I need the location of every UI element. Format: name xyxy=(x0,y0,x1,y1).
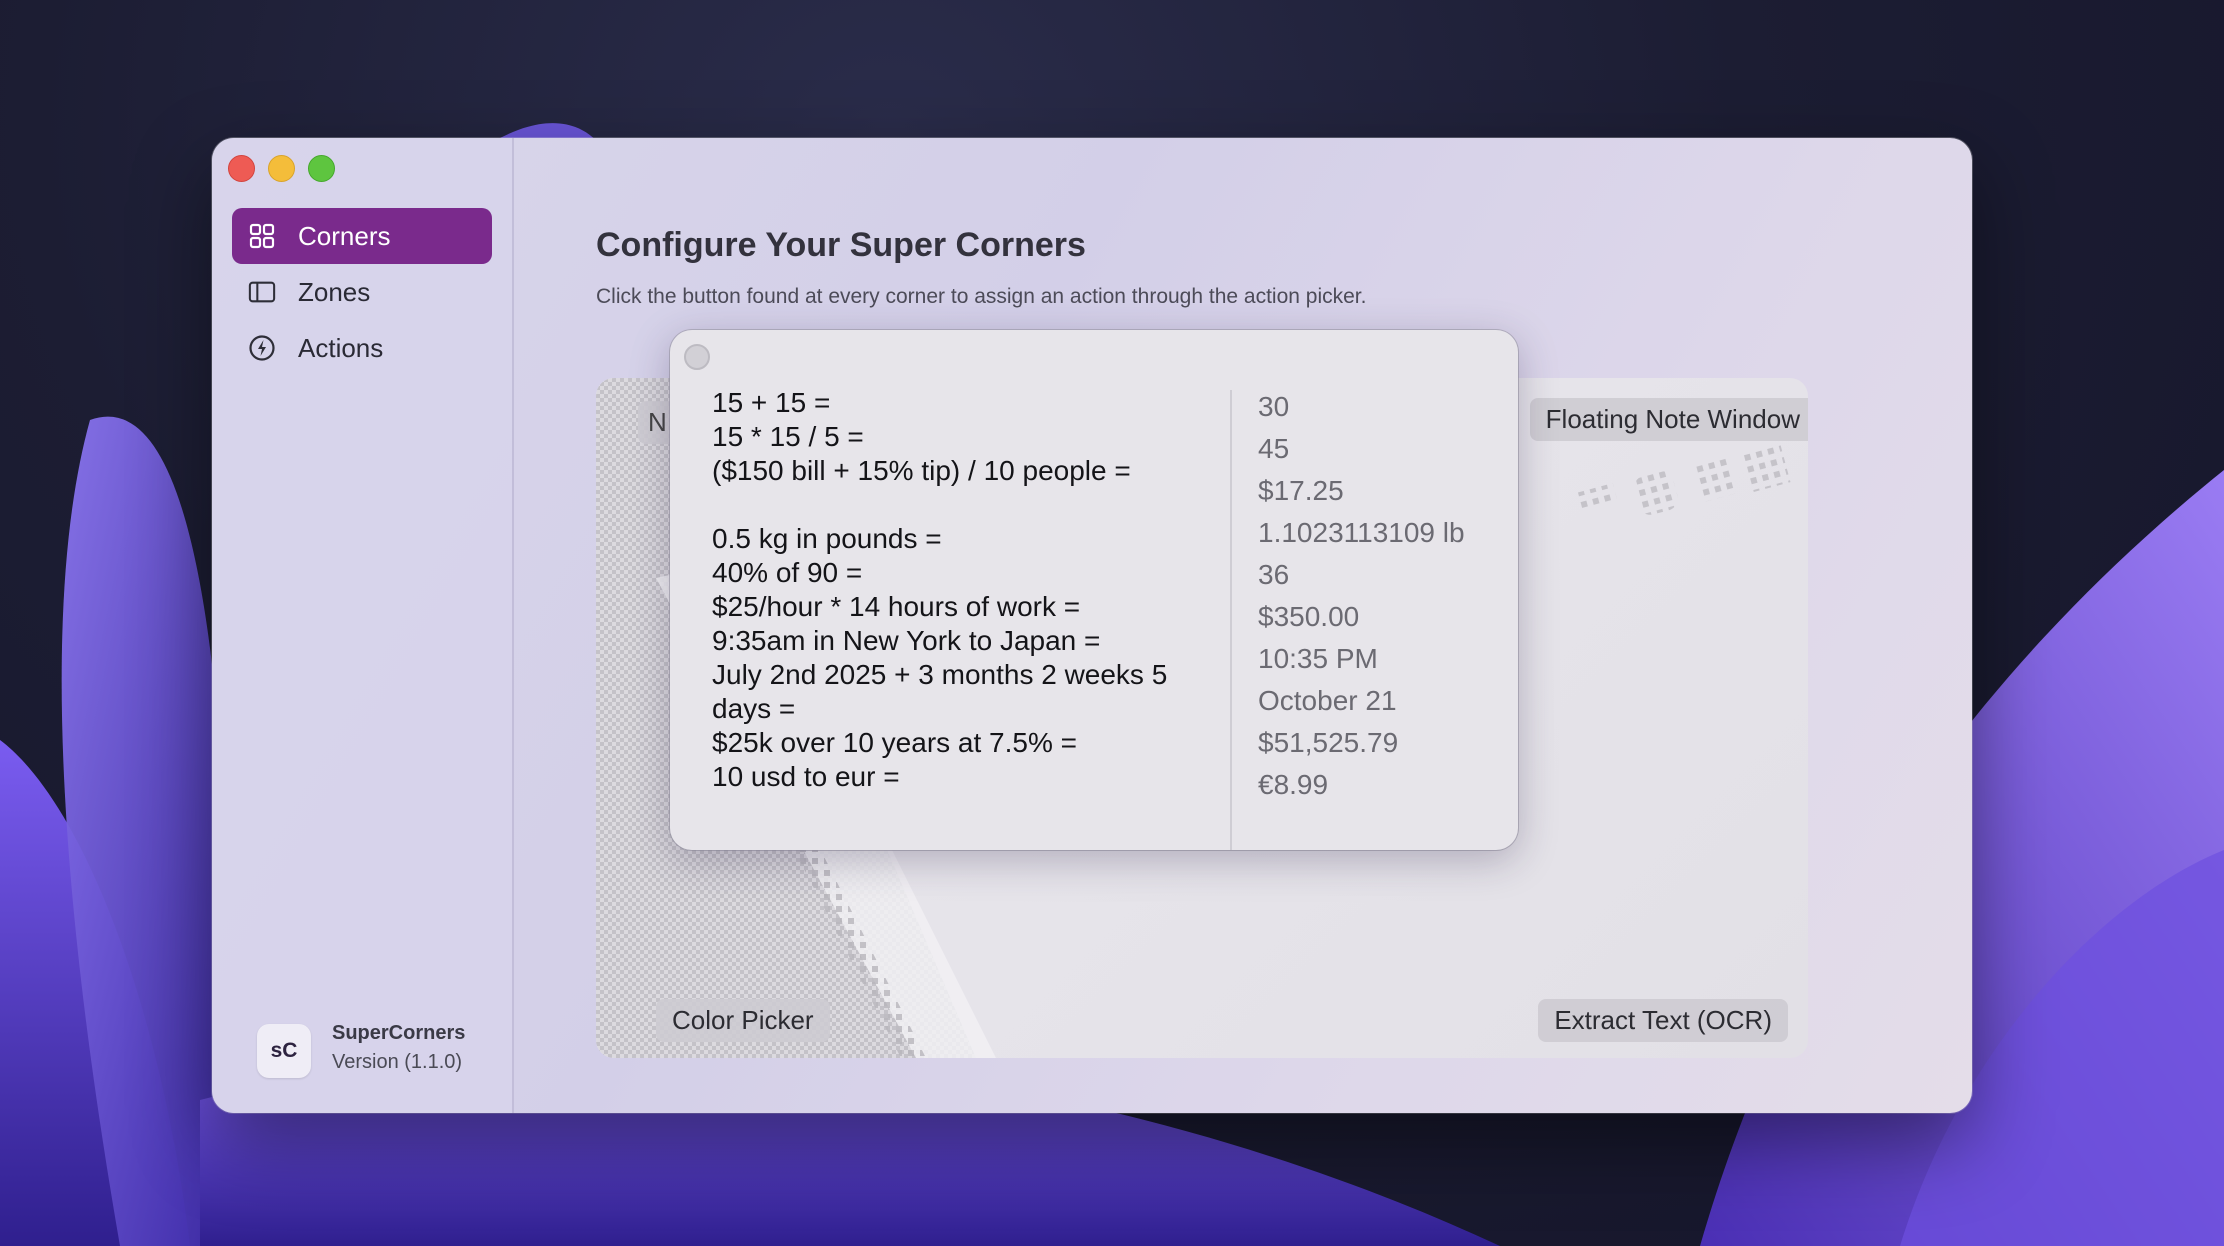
sidebar: Corners Zones Actions sC SuperCorners Ve… xyxy=(212,138,514,1113)
sidebar-item-label: Zones xyxy=(298,276,371,307)
page-subtitle: Click the button found at every corner t… xyxy=(596,285,1367,308)
result-value: $51,525.79 xyxy=(1258,727,1399,758)
expression-line: 40% of 90 = xyxy=(712,557,863,588)
result-value: 30 xyxy=(1258,391,1290,422)
result-value: 45 xyxy=(1258,433,1290,464)
app-logo: sC xyxy=(257,1024,311,1078)
sidebar-panel-icon xyxy=(248,278,276,306)
corner-top-right-button[interactable]: Floating Note Window xyxy=(1529,398,1808,441)
bolt-circle-icon xyxy=(248,334,276,362)
minimize-window-button[interactable] xyxy=(268,155,295,182)
close-window-button[interactable] xyxy=(228,155,255,182)
expression-line: days = xyxy=(712,693,796,724)
expression-line: 15 * 15 / 5 = xyxy=(712,421,864,452)
result-value: 1.1023113109 lb xyxy=(1258,517,1465,548)
expression-line: 10 usd to eur = xyxy=(712,761,900,792)
sidebar-item-zones[interactable]: Zones xyxy=(232,264,492,320)
result-value: October 21 xyxy=(1258,685,1397,716)
expression-line: $25/hour * 14 hours of work = xyxy=(712,591,1081,622)
column-divider xyxy=(1230,390,1232,850)
expression-line: 9:35am in New York to Japan = xyxy=(712,625,1101,656)
corner-bottom-right-button[interactable]: Extract Text (OCR) xyxy=(1538,999,1788,1042)
app-name: SuperCorners xyxy=(332,1022,466,1044)
result-value: $350.00 xyxy=(1258,601,1360,632)
expression-line: 0.5 kg in pounds = xyxy=(712,523,942,554)
sidebar-item-label: Corners xyxy=(298,220,391,251)
expression-line: ($150 bill + 15% tip) / 10 people = xyxy=(712,455,1131,486)
page-title: Configure Your Super Corners xyxy=(596,226,1086,264)
results-column: 30 45 $17.25 1.1023113109 lb 36 $350.00 … xyxy=(1258,386,1498,806)
result-value: €8.99 xyxy=(1258,769,1329,800)
floating-calculator-window: 15 + 15 = 15 * 15 / 5 = ($150 bill + 15%… xyxy=(670,330,1518,850)
sidebar-item-label: Actions xyxy=(298,332,384,363)
grid-icon xyxy=(248,222,276,250)
sidebar-item-corners[interactable]: Corners xyxy=(232,208,492,264)
expression-line: $25k over 10 years at 7.5% = xyxy=(712,727,1077,758)
zoom-window-button[interactable] xyxy=(308,155,335,182)
app-version: Version (1.1.0) xyxy=(332,1051,463,1073)
app-window: Corners Zones Actions sC SuperCorners Ve… xyxy=(212,138,1972,1113)
expression-line: July 2nd 2025 + 3 months 2 weeks 5 xyxy=(712,659,1168,690)
expression-editor[interactable]: 15 + 15 = 15 * 15 / 5 = ($150 bill + 15%… xyxy=(712,386,1212,794)
close-popup-button[interactable] xyxy=(684,344,710,370)
sidebar-item-actions[interactable]: Actions xyxy=(232,320,492,376)
result-value: 36 xyxy=(1258,559,1290,590)
expression-line xyxy=(712,488,1212,522)
corner-bottom-left-button[interactable]: Color Picker xyxy=(656,999,830,1042)
result-value: $17.25 xyxy=(1258,475,1344,506)
result-value: 10:35 PM xyxy=(1258,643,1378,674)
expression-line: 15 + 15 = xyxy=(712,387,831,418)
